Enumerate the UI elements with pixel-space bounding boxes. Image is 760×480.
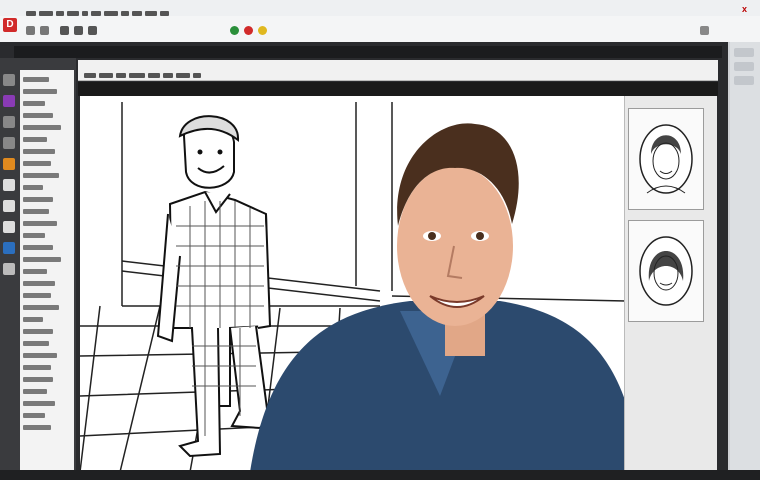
settings-icon[interactable] — [700, 26, 709, 35]
list-item[interactable] — [23, 209, 49, 214]
list-item[interactable] — [23, 329, 53, 334]
list-item[interactable] — [23, 401, 55, 406]
panel-button[interactable] — [734, 48, 754, 57]
list-item[interactable] — [23, 221, 57, 226]
list-item[interactable] — [23, 149, 55, 154]
app-logo: D — [3, 18, 17, 32]
inner-titlebar — [14, 46, 722, 58]
list-item[interactable] — [23, 233, 45, 238]
status-bar — [0, 470, 760, 480]
list-item[interactable] — [23, 77, 49, 82]
list-item[interactable] — [23, 377, 53, 382]
text-icon[interactable] — [3, 200, 15, 212]
list-item[interactable] — [23, 365, 51, 370]
list-item[interactable] — [23, 173, 59, 178]
eraser-icon[interactable] — [88, 26, 97, 35]
pen-icon[interactable] — [74, 26, 83, 35]
layer-panel[interactable] — [20, 70, 74, 470]
list-item[interactable] — [23, 389, 47, 394]
list-item[interactable] — [23, 269, 47, 274]
list-item[interactable] — [23, 125, 61, 130]
list-item[interactable] — [23, 293, 51, 298]
panel-button[interactable] — [734, 62, 754, 71]
list-item[interactable] — [23, 353, 57, 358]
brush-icon[interactable] — [60, 26, 69, 35]
list-item[interactable] — [23, 89, 57, 94]
list-item[interactable] — [23, 101, 45, 106]
zoom-icon[interactable] — [3, 242, 15, 254]
hand-icon[interactable] — [3, 263, 15, 275]
list-item[interactable] — [23, 161, 51, 166]
color-green-icon[interactable] — [230, 26, 239, 35]
list-item[interactable] — [23, 317, 43, 322]
brush-tool-icon[interactable] — [3, 137, 15, 149]
list-item[interactable] — [23, 413, 45, 418]
list-item[interactable] — [23, 281, 55, 286]
outer-toolbar — [0, 16, 760, 43]
list-item[interactable] — [23, 185, 43, 190]
outer-menubar: x — [0, 0, 760, 17]
panel-button[interactable] — [734, 76, 754, 85]
portrait-sketch-woman — [639, 236, 693, 306]
color-red-icon[interactable] — [244, 26, 253, 35]
select-icon[interactable] — [3, 95, 15, 107]
outer-side-panel — [730, 42, 760, 474]
inner-toolbar[interactable] — [78, 82, 718, 96]
paint-bucket-icon[interactable] — [3, 158, 15, 170]
webcam-overlay — [250, 123, 640, 472]
lasso-icon[interactable] — [3, 116, 15, 128]
reference-card-woman[interactable] — [628, 220, 704, 322]
move-icon[interactable] — [3, 74, 15, 86]
list-item[interactable] — [23, 305, 59, 310]
drawing-canvas[interactable] — [79, 96, 640, 473]
inner-menubar[interactable] — [78, 60, 718, 81]
tool-column — [2, 74, 18, 464]
list-item[interactable] — [23, 425, 51, 430]
reference-card-man[interactable] — [628, 108, 704, 210]
redo-icon[interactable] — [40, 26, 49, 35]
shape-icon[interactable] — [3, 221, 15, 233]
list-item[interactable] — [23, 197, 53, 202]
portrait-sketch-man — [639, 124, 693, 194]
eyedropper-icon[interactable] — [3, 179, 15, 191]
list-item[interactable] — [23, 137, 47, 142]
list-item[interactable] — [23, 341, 49, 346]
list-item[interactable] — [23, 257, 61, 262]
undo-icon[interactable] — [26, 26, 35, 35]
color-yellow-icon[interactable] — [258, 26, 267, 35]
canvas-artwork — [79, 102, 640, 473]
list-item[interactable] — [23, 245, 53, 250]
list-item[interactable] — [23, 113, 53, 118]
close-icon[interactable]: x — [742, 4, 747, 14]
